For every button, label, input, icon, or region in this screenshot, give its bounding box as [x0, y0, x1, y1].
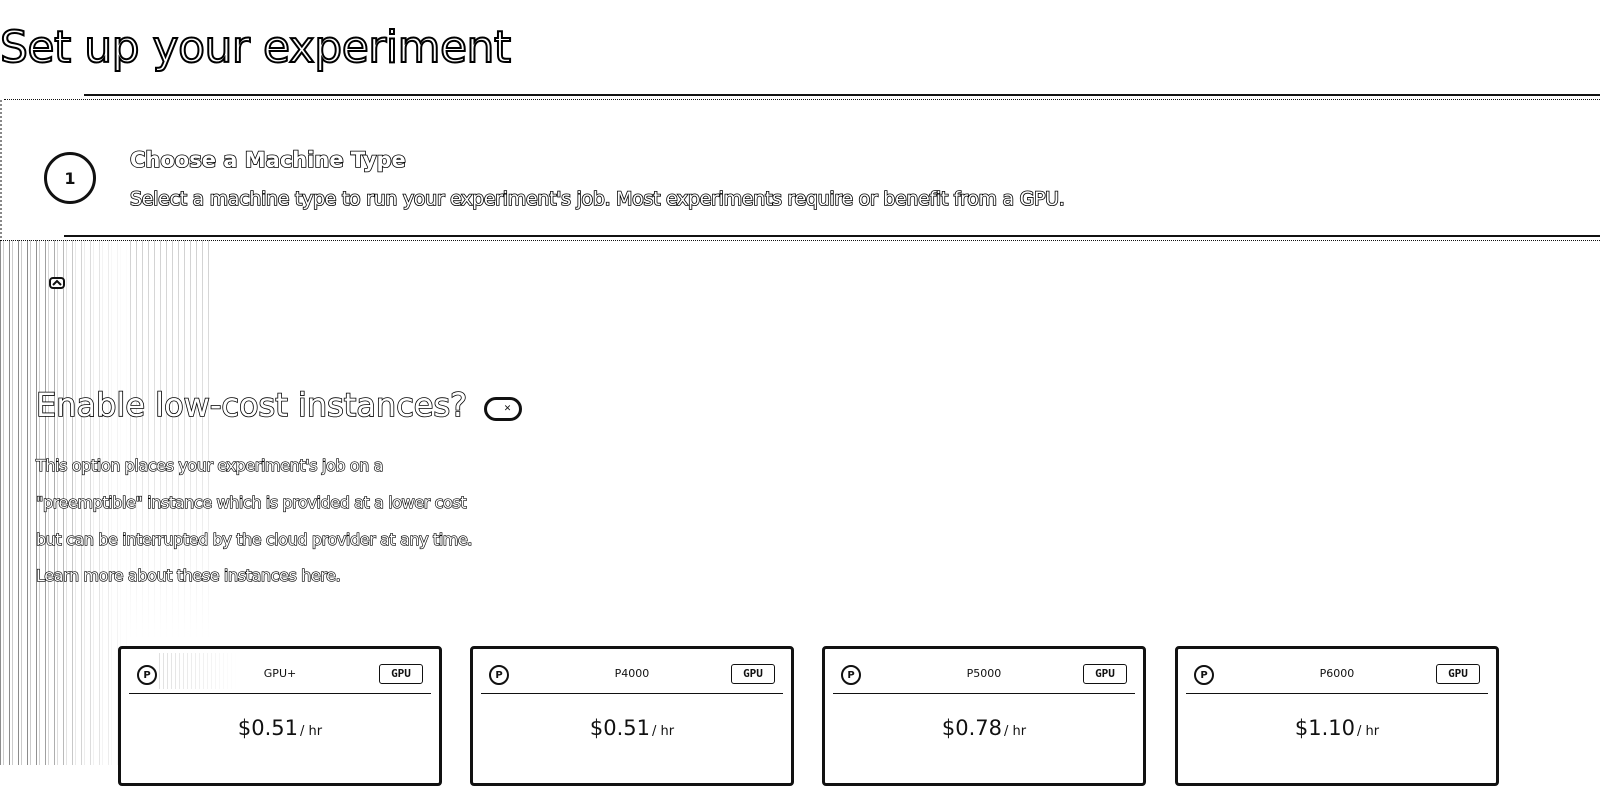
machine-price: $0.51/ hr	[473, 716, 791, 740]
divider	[4, 99, 1600, 100]
low-cost-title: Enable low-cost instances?	[35, 385, 468, 425]
x-icon: ✕	[503, 404, 512, 414]
machine-price: $0.78/ hr	[825, 716, 1143, 740]
low-cost-toggle[interactable]: ✕	[484, 397, 522, 421]
machine-price: $1.10/ hr	[1178, 716, 1496, 740]
price-value: $0.78	[941, 716, 1002, 740]
low-cost-description-line: This option places your experiment's job…	[35, 455, 384, 475]
price-unit: / hr	[300, 724, 323, 739]
divider	[0, 240, 1600, 241]
step-description: Select a machine type to run your experi…	[129, 187, 1065, 211]
gpu-badge: GPU	[1083, 664, 1127, 684]
machine-card-p5000[interactable]: P P5000 GPU $0.78/ hr	[822, 646, 1146, 786]
price-unit: / hr	[1357, 724, 1380, 739]
price-value: $1.10	[1294, 716, 1355, 740]
machine-card-p4000[interactable]: P P4000 GPU $0.51/ hr	[470, 646, 794, 786]
step-number: 1	[64, 168, 76, 188]
price-value: $0.51	[589, 716, 650, 740]
step-title: Choose a Machine Type	[129, 147, 406, 173]
divider	[84, 94, 1600, 96]
machine-card-p6000[interactable]: P P6000 GPU $1.10/ hr	[1175, 646, 1499, 786]
price-unit: / hr	[1004, 724, 1027, 739]
card-header: P P4000 GPU	[481, 649, 783, 694]
learn-more-link[interactable]: Learn more about these instances here.	[35, 565, 341, 585]
chevron-up-icon[interactable]	[48, 276, 66, 290]
price-unit: / hr	[652, 724, 675, 739]
low-cost-description-line: "preemptible" instance which is provided…	[35, 492, 467, 512]
machine-price: $0.51/ hr	[121, 716, 439, 740]
low-cost-description-line: but can be interrupted by the cloud prov…	[35, 529, 473, 549]
card-header: P P5000 GPU	[833, 649, 1135, 694]
card-header: P P6000 GPU	[1186, 649, 1488, 694]
page-title: Set up your experiment	[0, 21, 512, 74]
card-header: P GPU+ GPU	[129, 649, 431, 694]
machine-card-gpu-plus[interactable]: P GPU+ GPU $0.51/ hr	[118, 646, 442, 786]
price-value: $0.51	[237, 716, 298, 740]
gpu-badge: GPU	[379, 664, 423, 684]
gpu-badge: GPU	[731, 664, 775, 684]
divider	[64, 235, 1600, 237]
step-number-badge: 1	[44, 152, 96, 204]
gpu-badge: GPU	[1436, 664, 1480, 684]
section-border	[0, 100, 2, 240]
